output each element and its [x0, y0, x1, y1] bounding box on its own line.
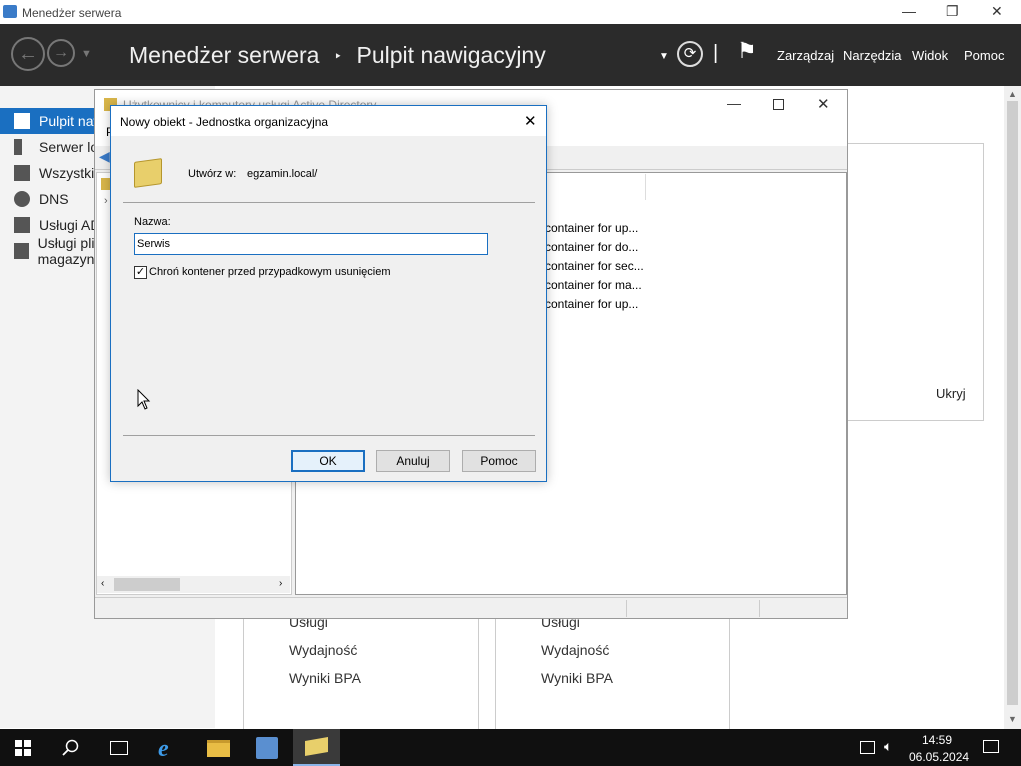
- app-title: Menedżer serwera: [22, 6, 122, 20]
- create-in-value: egzamin.local/: [247, 168, 318, 180]
- forward-button[interactable]: →: [47, 39, 75, 67]
- name-input[interactable]: [134, 233, 488, 255]
- clock-time[interactable]: 14:59: [922, 733, 952, 747]
- close-icon[interactable]: ✕: [991, 3, 1003, 20]
- cancel-button[interactable]: Anuluj: [376, 450, 450, 472]
- ad-folder-icon: [305, 736, 328, 757]
- breadcrumb: Menedżer serwera ‣ Pulpit nawigacyjny: [129, 42, 546, 69]
- restore-icon[interactable]: ❐: [946, 3, 959, 20]
- network-icon[interactable]: [860, 741, 875, 754]
- status-divider: [759, 600, 760, 617]
- description-cell: container for sec...: [545, 259, 644, 273]
- help-button[interactable]: Pomoc: [462, 450, 536, 472]
- breadcrumb-page: Pulpit nawigacyjny: [356, 42, 546, 68]
- app-icon: [3, 5, 17, 18]
- taskbar: e 🔈︎ 14:59 06.05.2024: [0, 729, 1021, 766]
- tree-expand-icon[interactable]: ›: [104, 195, 108, 207]
- status-divider: [626, 600, 627, 617]
- clock-date[interactable]: 06.05.2024: [909, 750, 969, 764]
- column-divider: [645, 174, 646, 200]
- refresh-icon[interactable]: ⟳: [677, 41, 703, 67]
- nav-history-dropdown-icon[interactable]: ▼: [81, 48, 92, 60]
- header-separator: |: [713, 42, 719, 64]
- description-cell: container for up...: [545, 297, 639, 311]
- description-cell: container for do...: [545, 240, 639, 254]
- server-manager-taskbar-icon[interactable]: [256, 737, 278, 759]
- scroll-left-icon[interactable]: ‹: [101, 578, 104, 589]
- notifications-flag-icon[interactable]: ⚑: [737, 38, 757, 64]
- task-view-icon[interactable]: [110, 741, 128, 755]
- minimize-icon[interactable]: —: [902, 3, 916, 19]
- breadcrumb-separator: ‣: [333, 48, 343, 65]
- ad-statusbar: [95, 597, 847, 618]
- new-ou-dialog: Nowy obiekt - Jednostka organizacyjna ✕ …: [110, 105, 547, 482]
- volume-muted-icon[interactable]: 🔈︎: [884, 738, 892, 755]
- scroll-right-icon[interactable]: ›: [279, 578, 282, 589]
- menu-manage[interactable]: Zarządzaj: [777, 48, 834, 63]
- action-center-icon[interactable]: [983, 740, 999, 753]
- scroll-thumb[interactable]: [114, 578, 180, 591]
- tile-link-performance[interactable]: Wydajność: [541, 642, 609, 658]
- sidebar-item-label: DNS: [39, 191, 69, 207]
- internet-explorer-icon[interactable]: e: [158, 736, 169, 763]
- description-cell: container for ma...: [545, 278, 642, 292]
- ad-back-icon[interactable]: ◀: [99, 148, 110, 165]
- hide-link[interactable]: Ukryj: [936, 386, 966, 401]
- app-titlebar: Menedżer serwera — ❐ ✕: [0, 0, 1021, 24]
- ad-taskbar-button[interactable]: [293, 729, 340, 766]
- back-button[interactable]: ←: [11, 37, 45, 71]
- protect-checkbox[interactable]: ✓: [134, 266, 147, 279]
- protect-label[interactable]: Chroń kontener przed przypadkowym usunię…: [149, 266, 391, 278]
- dialog-divider: [123, 435, 535, 436]
- refresh-dropdown-icon[interactable]: ▼: [659, 51, 669, 62]
- server-icon: [14, 139, 22, 155]
- start-windows-icon[interactable]: [15, 740, 31, 756]
- scroll-thumb[interactable]: [1007, 101, 1018, 705]
- welcome-panel: [843, 143, 984, 421]
- breadcrumb-app: Menedżer serwera: [129, 42, 320, 68]
- search-icon[interactable]: [62, 739, 80, 757]
- menu-view[interactable]: Widok: [912, 48, 948, 63]
- menu-help[interactable]: Pomoc: [964, 48, 1004, 63]
- tile-link-performance[interactable]: Wydajność: [289, 642, 357, 658]
- scroll-down-icon[interactable]: ▼: [1008, 714, 1017, 724]
- ou-folder-icon: [134, 158, 162, 188]
- ad-maximize-icon[interactable]: [773, 99, 784, 110]
- dialog-divider: [123, 202, 535, 203]
- ad-minimize-icon[interactable]: —: [727, 95, 741, 111]
- ok-button[interactable]: OK: [291, 450, 365, 472]
- files-icon: [14, 243, 29, 259]
- dialog-close-icon[interactable]: ✕: [524, 112, 537, 130]
- description-cell: container for up...: [545, 221, 639, 235]
- tile-link-bpa[interactable]: Wyniki BPA: [541, 670, 613, 686]
- tile-link-bpa[interactable]: Wyniki BPA: [289, 670, 361, 686]
- ad-close-icon[interactable]: ✕: [817, 95, 830, 113]
- servers-icon: [14, 165, 30, 181]
- menu-tools[interactable]: Narzędzia: [843, 48, 902, 63]
- dashboard-icon: [14, 113, 30, 129]
- file-explorer-icon[interactable]: [207, 740, 230, 757]
- server-manager-header: ← → ▼ Menedżer serwera ‣ Pulpit nawigacy…: [0, 24, 1021, 86]
- mouse-cursor-icon: [137, 389, 151, 410]
- name-label: Nazwa:: [134, 216, 171, 228]
- ad-icon: [14, 217, 30, 233]
- dns-icon: [14, 191, 30, 207]
- tree-horizontal-scrollbar[interactable]: ‹ ›: [97, 576, 290, 593]
- server-group-tile: [243, 618, 479, 730]
- scroll-up-icon[interactable]: ▲: [1008, 89, 1017, 99]
- vertical-scrollbar[interactable]: ▲ ▼: [1004, 86, 1021, 729]
- dialog-title: Nowy obiekt - Jednostka organizacyjna: [120, 115, 329, 129]
- create-in-label: Utwórz w:: [188, 168, 237, 180]
